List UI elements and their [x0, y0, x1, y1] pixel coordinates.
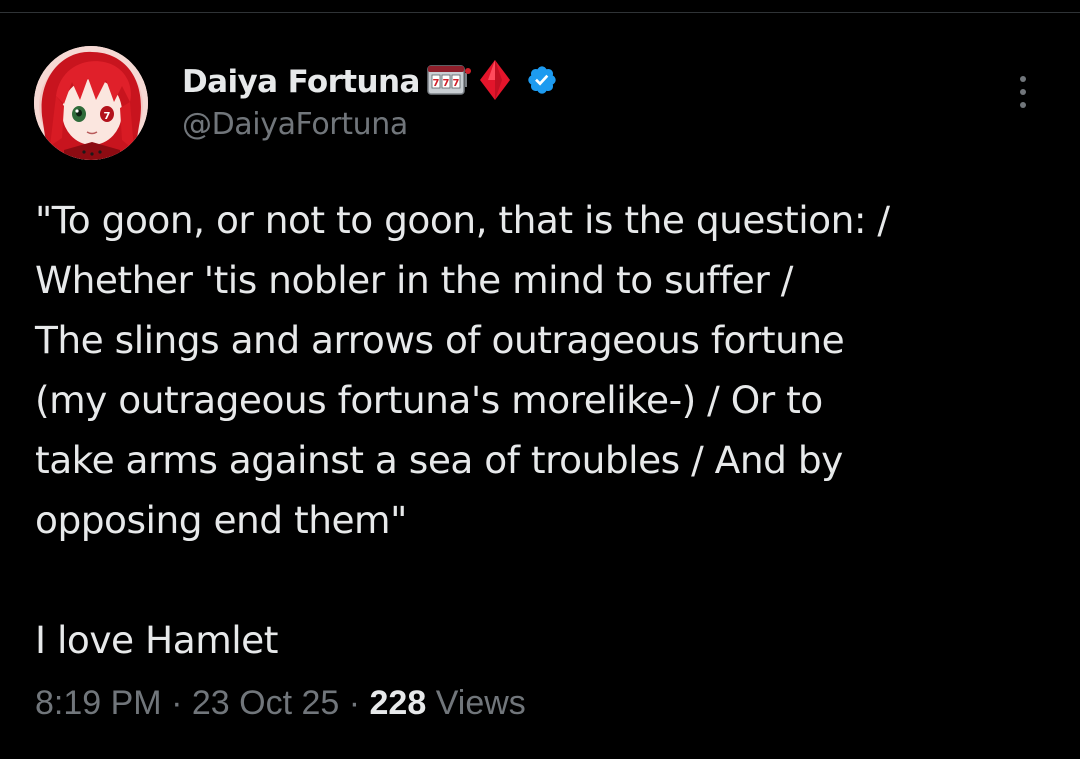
tweet-text-line: The slings and arrows of outrageous fort… — [35, 318, 845, 362]
tweet-meta: 8:19 PM · 23 Oct 25 · 228 Views — [35, 684, 526, 723]
avatar-image: 7 — [34, 46, 148, 160]
tweet-text-line: opposing end them" — [35, 498, 407, 542]
author-display-name[interactable]: Daiya Fortuna — [182, 64, 420, 100]
slot-machine-icon: 7 7 7 — [426, 63, 472, 102]
more-dot-icon — [1020, 89, 1026, 95]
more-dot-icon — [1020, 102, 1026, 108]
tweet-time[interactable]: 8:19 PM — [35, 684, 162, 722]
more-options-button[interactable] — [1008, 70, 1038, 114]
views-label: Views — [435, 684, 526, 722]
svg-text:7: 7 — [442, 78, 449, 89]
meta-separator: · — [348, 684, 361, 722]
tweet-text-line: "To goon, or not to goon, that is the qu… — [35, 198, 890, 242]
red-diamond-icon — [478, 58, 512, 107]
avatar[interactable]: 7 — [34, 46, 148, 160]
svg-text:7: 7 — [104, 111, 111, 122]
author-handle[interactable]: @DaiyaFortuna — [182, 107, 408, 142]
tweet-text-line: Whether 'tis nobler in the mind to suffe… — [35, 258, 793, 302]
tweet-text-line: I love Hamlet — [35, 618, 278, 662]
tweet-text: "To goon, or not to goon, that is the qu… — [35, 190, 1055, 670]
verified-badge-icon[interactable] — [526, 64, 558, 101]
author-name-row: Daiya Fortuna 7 7 7 — [182, 58, 558, 107]
tweet-date[interactable]: 23 Oct 25 — [192, 684, 339, 722]
views-count[interactable]: 228 — [370, 684, 427, 722]
top-divider — [0, 12, 1080, 13]
tweet-text-line: take arms against a sea of troubles / An… — [35, 438, 843, 482]
meta-separator: · — [171, 684, 183, 722]
tweet-text-line: (my outrageous fortuna's morelike-) / Or… — [35, 378, 823, 422]
svg-text:7: 7 — [452, 78, 459, 89]
more-dot-icon — [1020, 76, 1026, 82]
svg-text:7: 7 — [432, 78, 439, 89]
